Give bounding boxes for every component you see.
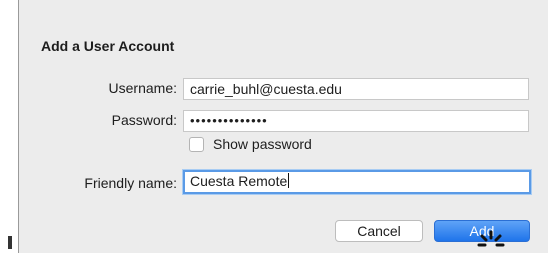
show-password-label: Show password	[213, 136, 312, 152]
password-label: Password:	[111, 112, 177, 128]
add-user-account-dialog: Add a User Account Username: carrie_buhl…	[18, 0, 548, 253]
busy-cursor-icon	[477, 230, 505, 247]
show-password-checkbox[interactable]	[189, 137, 204, 152]
cancel-button[interactable]: Cancel	[335, 220, 423, 242]
text-caret	[288, 173, 290, 188]
password-field[interactable]: ••••••••••••••	[183, 110, 529, 132]
friendly-name-label: Friendly name:	[84, 175, 177, 191]
window-edge-mark	[8, 236, 12, 249]
username-field[interactable]: carrie_buhl@cuesta.edu	[183, 78, 529, 100]
username-label: Username:	[108, 80, 177, 96]
friendly-name-field[interactable]: Cuesta Remote	[183, 170, 531, 194]
friendly-name-value: Cuesta Remote	[190, 173, 288, 189]
dialog-title: Add a User Account	[41, 38, 175, 54]
